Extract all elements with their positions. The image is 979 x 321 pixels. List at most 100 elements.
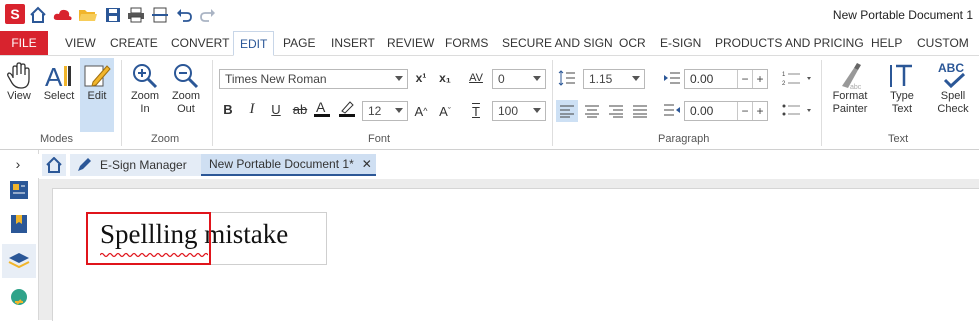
menu-page[interactable]: PAGE bbox=[283, 31, 315, 55]
increment-button[interactable]: + bbox=[752, 102, 767, 120]
title-bar: S New Portable Document 1 bbox=[0, 0, 979, 31]
save-icon[interactable] bbox=[103, 5, 123, 25]
select-text-icon: A bbox=[45, 62, 71, 90]
home-icon[interactable] bbox=[28, 5, 48, 25]
font-color-button[interactable]: A bbox=[312, 99, 332, 119]
align-left-button[interactable] bbox=[556, 100, 578, 122]
menu-file[interactable]: FILE bbox=[0, 31, 48, 55]
bold-button[interactable]: B bbox=[218, 99, 238, 119]
undo-icon[interactable] bbox=[174, 5, 194, 25]
indent-before-stepper[interactable]: 0.00 − + bbox=[684, 69, 768, 89]
tab-document-label: New Portable Document 1* bbox=[209, 157, 354, 171]
home-tab-icon[interactable] bbox=[42, 154, 66, 176]
document-tabs: E-Sign Manager New Portable Document 1* … bbox=[38, 154, 979, 178]
menu-convert[interactable]: CONVERT bbox=[171, 31, 229, 55]
char-spacing-icon: AV bbox=[469, 72, 483, 84]
subscript-button[interactable]: x₁ bbox=[435, 68, 455, 88]
svg-text:1: 1 bbox=[782, 72, 786, 78]
svg-text:A: A bbox=[45, 62, 63, 90]
highlight-button[interactable] bbox=[337, 99, 357, 119]
svg-text:ABC: ABC bbox=[938, 61, 964, 75]
cloud-icon[interactable] bbox=[53, 5, 73, 25]
align-right-button[interactable] bbox=[606, 101, 626, 121]
text-scale-icon: T bbox=[472, 103, 480, 119]
menu-bar: FILE VIEW CREATE CONVERT EDIT PAGE INSER… bbox=[0, 31, 979, 56]
expand-panel-icon[interactable]: › bbox=[8, 154, 28, 174]
links-icon[interactable] bbox=[9, 288, 29, 308]
bullet-list-button[interactable] bbox=[780, 100, 814, 120]
justify-button[interactable] bbox=[630, 101, 650, 121]
superscript-button[interactable]: x¹ bbox=[411, 68, 431, 88]
close-icon[interactable]: ✕ bbox=[362, 157, 372, 171]
type-text-icon bbox=[890, 64, 912, 87]
ribbon-toolbar: View A Select Edit Modes Zoom In Zoom Ou… bbox=[0, 56, 979, 150]
select-mode-button[interactable]: A Select bbox=[41, 62, 77, 103]
menu-esign[interactable]: E-SIGN bbox=[660, 31, 701, 55]
align-center-button[interactable] bbox=[582, 101, 602, 121]
layers-icon[interactable] bbox=[2, 244, 36, 278]
view-mode-button[interactable]: View bbox=[4, 62, 34, 103]
menu-forms[interactable]: FORMS bbox=[445, 31, 488, 55]
zoom-in-button[interactable]: Zoom In bbox=[128, 62, 162, 116]
menu-help[interactable]: HELP bbox=[871, 31, 902, 55]
menu-ocr[interactable]: OCR bbox=[619, 31, 646, 55]
app-logo[interactable]: S bbox=[5, 4, 25, 24]
menu-custom[interactable]: CUSTOM bbox=[917, 31, 969, 55]
thumbnails-icon[interactable] bbox=[9, 180, 29, 200]
zoom-out-label: Zoom Out bbox=[171, 90, 201, 115]
type-text-label: Type Text bbox=[890, 90, 914, 115]
text-scale-select[interactable]: 100 bbox=[492, 101, 546, 121]
scan-icon[interactable] bbox=[150, 5, 170, 25]
bookmarks-icon[interactable] bbox=[9, 214, 29, 234]
shrink-font-button[interactable]: Aˇ bbox=[435, 101, 455, 121]
font-size-select[interactable]: 12 bbox=[362, 101, 408, 121]
menu-insert[interactable]: INSERT bbox=[331, 31, 375, 55]
grow-font-button[interactable]: A ^ bbox=[411, 101, 431, 121]
menu-secure-and-sign[interactable]: SECURE AND SIGN bbox=[502, 31, 613, 55]
indent-before-value: 0.00 bbox=[690, 72, 714, 86]
chevron-down-icon bbox=[533, 76, 541, 81]
indent-after-stepper[interactable]: 0.00 − + bbox=[684, 101, 768, 121]
zoom-out-icon bbox=[174, 64, 199, 89]
italic-button[interactable]: I bbox=[242, 99, 262, 119]
strikethrough-button[interactable]: ab bbox=[290, 99, 310, 119]
decrement-button[interactable]: − bbox=[737, 102, 752, 120]
menu-products-and-pricing[interactable]: PRODUCTS AND PRICING bbox=[715, 31, 864, 55]
menu-edit[interactable]: EDIT bbox=[233, 31, 275, 56]
numbered-list-button[interactable]: 12 bbox=[780, 68, 814, 88]
redo-icon[interactable] bbox=[198, 5, 218, 25]
decrement-button[interactable]: − bbox=[737, 70, 752, 88]
line-spacing-select[interactable]: 1.15 bbox=[583, 69, 645, 89]
menu-review[interactable]: REVIEW bbox=[387, 31, 434, 55]
indent-after-value: 0.00 bbox=[690, 104, 714, 118]
paint-brush-icon: abc bbox=[842, 63, 862, 90]
paragraph-group-label: Paragraph bbox=[658, 133, 710, 145]
increment-button[interactable]: + bbox=[752, 70, 767, 88]
print-icon[interactable] bbox=[126, 5, 146, 25]
window-title: New Portable Document 1 bbox=[832, 8, 973, 22]
font-family-value: Times New Roman bbox=[225, 72, 327, 86]
tab-document[interactable]: New Portable Document 1* ✕ bbox=[201, 154, 376, 176]
tab-esign-manager-label: E-Sign Manager bbox=[100, 158, 187, 172]
menu-view[interactable]: VIEW bbox=[65, 31, 96, 55]
edit-pencil-icon bbox=[84, 65, 111, 87]
zoom-out-button[interactable]: Zoom Out bbox=[168, 62, 204, 116]
error-highlight-box bbox=[86, 212, 211, 265]
text-group-label: Text bbox=[888, 133, 909, 145]
font-size-value: 12 bbox=[368, 104, 382, 118]
chevron-down-icon bbox=[395, 76, 403, 81]
spell-check-button[interactable]: ABC Spell Check bbox=[932, 60, 974, 116]
spell-check-label: Spell Check bbox=[937, 90, 969, 115]
type-text-button[interactable]: Type Text bbox=[883, 62, 921, 116]
edit-mode-label: Edit bbox=[87, 90, 107, 102]
line-spacing-value: 1.15 bbox=[589, 72, 613, 86]
format-painter-label: Format Painter bbox=[832, 90, 868, 115]
document-word: mistake bbox=[197, 219, 289, 249]
format-painter-button[interactable]: abc Format Painter bbox=[827, 62, 873, 116]
char-spacing-select[interactable]: 0 bbox=[492, 69, 546, 89]
menu-create[interactable]: CREATE bbox=[110, 31, 158, 55]
open-folder-icon[interactable] bbox=[78, 5, 98, 25]
edit-mode-button[interactable]: Edit bbox=[80, 58, 114, 132]
font-family-select[interactable]: Times New Roman bbox=[219, 69, 408, 89]
underline-button[interactable]: U bbox=[266, 99, 286, 119]
